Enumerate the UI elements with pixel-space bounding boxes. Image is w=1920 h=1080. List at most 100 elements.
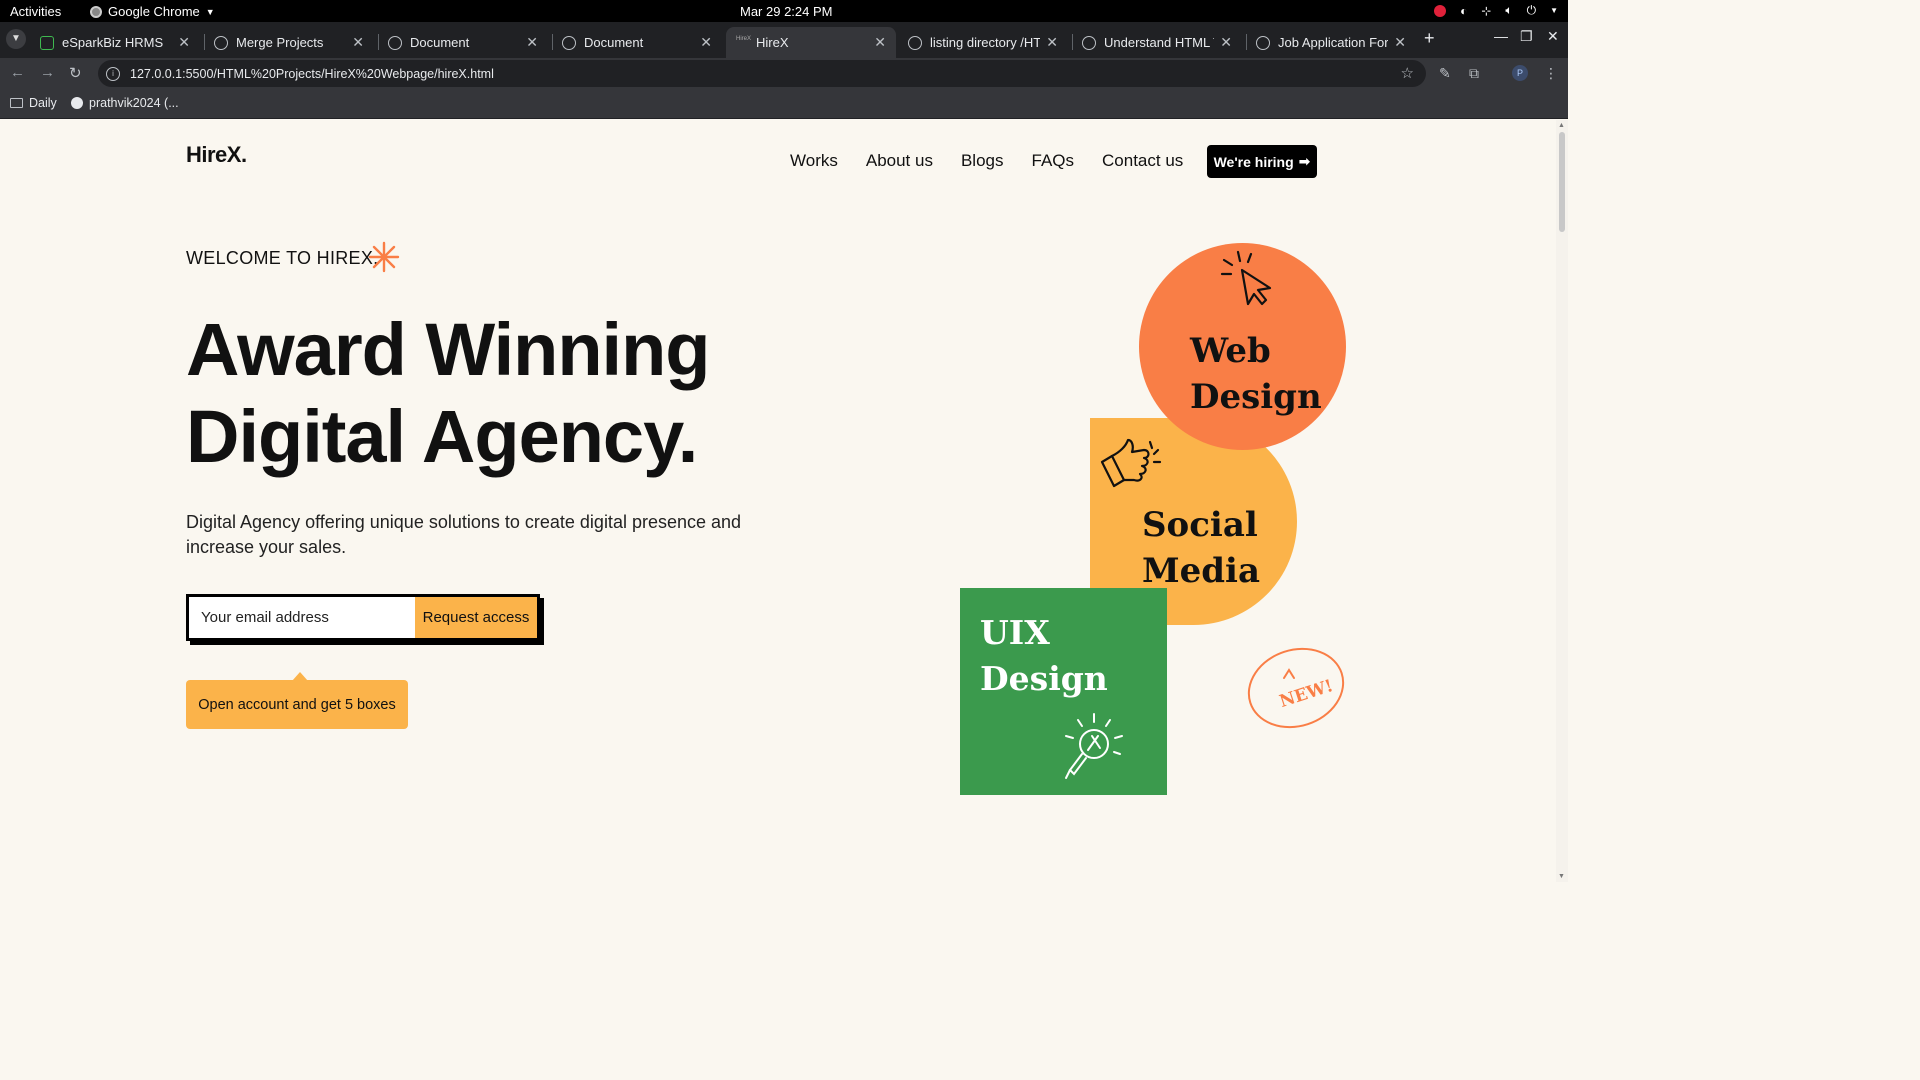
scroll-down-icon[interactable]: ▼ — [1558, 873, 1565, 880]
scroll-up-icon[interactable]: ▲ — [1558, 122, 1565, 129]
tab-merge-projects[interactable]: Merge Projects ✕ — [204, 27, 374, 58]
eyedropper-extension-icon[interactable]: ✎ — [1439, 65, 1451, 82]
uix-design-text: UIX Design — [980, 610, 1108, 702]
do-not-disturb-icon[interactable] — [1434, 4, 1447, 17]
site-logo[interactable]: HireX. — [186, 142, 247, 168]
close-icon[interactable]: ✕ — [526, 34, 538, 51]
close-window-icon[interactable]: ✕ — [1547, 28, 1559, 45]
tab-understand-html[interactable]: Understand HTML Ta ✕ — [1072, 27, 1242, 58]
back-icon[interactable]: ← — [10, 64, 25, 81]
globe-icon — [908, 35, 922, 50]
address-bar[interactable]: i 127.0.0.1:5500/HTML%20Projects/HireX%2… — [98, 60, 1426, 87]
volume-icon[interactable]: 🔈︎ — [1505, 3, 1512, 18]
system-tray[interactable]: ◐ ⊹ 🔈︎ ⏻ ▼ — [1434, 3, 1558, 18]
close-icon[interactable]: ✕ — [874, 34, 886, 51]
app-menu[interactable]: Google Chrome ▼ — [90, 4, 215, 19]
nav-works[interactable]: Works — [790, 151, 838, 171]
globe-icon — [388, 35, 402, 50]
hiring-button[interactable]: We're hiring ➡ — [1207, 145, 1317, 178]
tab-strip: ▼ eSparkBiz HRMS ✕ Merge Projects ✕ Docu… — [0, 22, 1568, 58]
menu-icon[interactable]: ⋮ — [1544, 65, 1558, 82]
web-design-line-2: Design — [1190, 377, 1322, 417]
web-design-line-1: Web — [1190, 331, 1271, 371]
signup-form: Request access — [186, 594, 540, 641]
bookmarks-bar: Daily prathvik2024 (... — [0, 89, 1568, 119]
new-tab-button[interactable]: + — [1424, 28, 1435, 49]
close-icon[interactable]: ✕ — [352, 34, 364, 51]
accessibility-icon[interactable]: ◐ — [1460, 4, 1467, 18]
tab-search-button[interactable]: ▼ — [6, 29, 26, 49]
promo-tooltip: Open account and get 5 boxes — [186, 680, 408, 729]
tab-label: Document — [584, 35, 644, 50]
tab-label: Job Application Form — [1278, 35, 1389, 50]
uix-design-line-2: Design — [980, 659, 1108, 698]
minimize-icon[interactable]: — — [1494, 28, 1508, 44]
nav-faqs[interactable]: FAQs — [1032, 151, 1075, 171]
chevron-down-icon[interactable]: ▼ — [1550, 6, 1558, 15]
url-text[interactable]: 127.0.0.1:5500/HTML%20Projects/HireX%20W… — [130, 67, 494, 81]
tab-label: Merge Projects — [236, 35, 324, 50]
close-icon[interactable]: ✕ — [178, 34, 190, 51]
network-icon[interactable]: ⊹ — [1481, 4, 1491, 18]
close-icon[interactable]: ✕ — [700, 34, 712, 51]
tab-label: eSparkBiz HRMS — [62, 35, 164, 50]
site-icon — [40, 35, 54, 50]
nav-blogs[interactable]: Blogs — [961, 151, 1004, 171]
tab-label: Document — [410, 35, 470, 50]
close-icon[interactable]: ✕ — [1220, 34, 1232, 51]
extensions-icon[interactable]: ⧉ — [1469, 65, 1479, 82]
github-icon — [71, 97, 83, 109]
request-access-button[interactable]: Request access — [415, 597, 537, 638]
chevron-down-icon: ▼ — [205, 6, 215, 17]
system-top-bar: Activities Google Chrome ▼ Mar 29 2:24 P… — [0, 0, 1568, 22]
site-info-icon[interactable]: i — [106, 66, 120, 81]
chrome-icon — [90, 5, 102, 18]
globe-icon — [214, 35, 228, 50]
lightbulb-pen-icon — [1065, 713, 1123, 779]
scrollbar-thumb[interactable] — [1559, 132, 1565, 232]
hiring-button-label: We're hiring — [1213, 153, 1294, 170]
uix-design-line-1: UIX — [980, 613, 1050, 652]
reload-icon[interactable]: ↻ — [69, 64, 82, 82]
close-icon[interactable]: ✕ — [1046, 34, 1058, 51]
new-badge-text: NEW! — [1277, 676, 1336, 712]
clock[interactable]: Mar 29 2:24 PM — [740, 4, 833, 19]
page-scrollbar[interactable]: ▲ ▼ — [1556, 120, 1568, 882]
social-media-line-1: Social — [1142, 505, 1258, 545]
tab-hirex[interactable]: HireX HireX ✕ — [726, 27, 896, 58]
power-icon[interactable]: ⏻ — [1527, 3, 1537, 18]
bookmark-label: prathvik2024 (... — [89, 96, 179, 110]
bookmark-star-icon[interactable]: ☆ — [1401, 64, 1414, 82]
nav-contact-us[interactable]: Contact us — [1102, 151, 1183, 171]
app-name: Google Chrome — [108, 4, 200, 19]
tab-label: Understand HTML Ta — [1104, 35, 1214, 50]
maximize-icon[interactable]: ❐ — [1520, 28, 1533, 45]
hero-headline: Award Winning Digital Agency. — [186, 306, 886, 480]
tab-label: listing directory /HTML — [930, 35, 1041, 50]
tab-job-application[interactable]: Job Application Form ✕ — [1246, 27, 1416, 58]
social-media-text: Social Media — [1142, 502, 1260, 594]
profile-avatar[interactable]: P — [1512, 65, 1528, 81]
folder-icon — [10, 98, 23, 108]
tab-document-2[interactable]: Document ✕ — [552, 27, 722, 58]
tab-listing-directory[interactable]: listing directory /HTML ✕ — [898, 27, 1068, 58]
social-media-line-2: Media — [1142, 551, 1260, 591]
globe-icon — [1256, 35, 1270, 50]
bookmark-label: Daily — [29, 96, 57, 110]
browser-toolbar: ← → ↻ i 127.0.0.1:5500/HTML%20Projects/H… — [0, 58, 1568, 89]
sparkle-icon — [368, 241, 400, 273]
activities-button[interactable]: Activities — [10, 4, 61, 19]
bookmark-github[interactable]: prathvik2024 (... — [71, 96, 179, 110]
close-icon[interactable]: ✕ — [1394, 34, 1406, 51]
tab-document-1[interactable]: Document ✕ — [378, 27, 548, 58]
bookmark-daily[interactable]: Daily — [10, 96, 57, 110]
arrow-right-icon: ➡ — [1298, 153, 1311, 169]
forward-icon[interactable]: → — [40, 64, 55, 81]
globe-icon — [1082, 35, 1096, 50]
hero-subtitle: Digital Agency offering unique solutions… — [186, 512, 742, 557]
main-nav: Works About us Blogs FAQs Contact us — [790, 151, 1183, 171]
tab-esparkbiz[interactable]: eSparkBiz HRMS ✕ — [30, 27, 200, 58]
tab-label: HireX — [756, 35, 789, 50]
email-input[interactable] — [189, 597, 415, 638]
nav-about-us[interactable]: About us — [866, 151, 933, 171]
